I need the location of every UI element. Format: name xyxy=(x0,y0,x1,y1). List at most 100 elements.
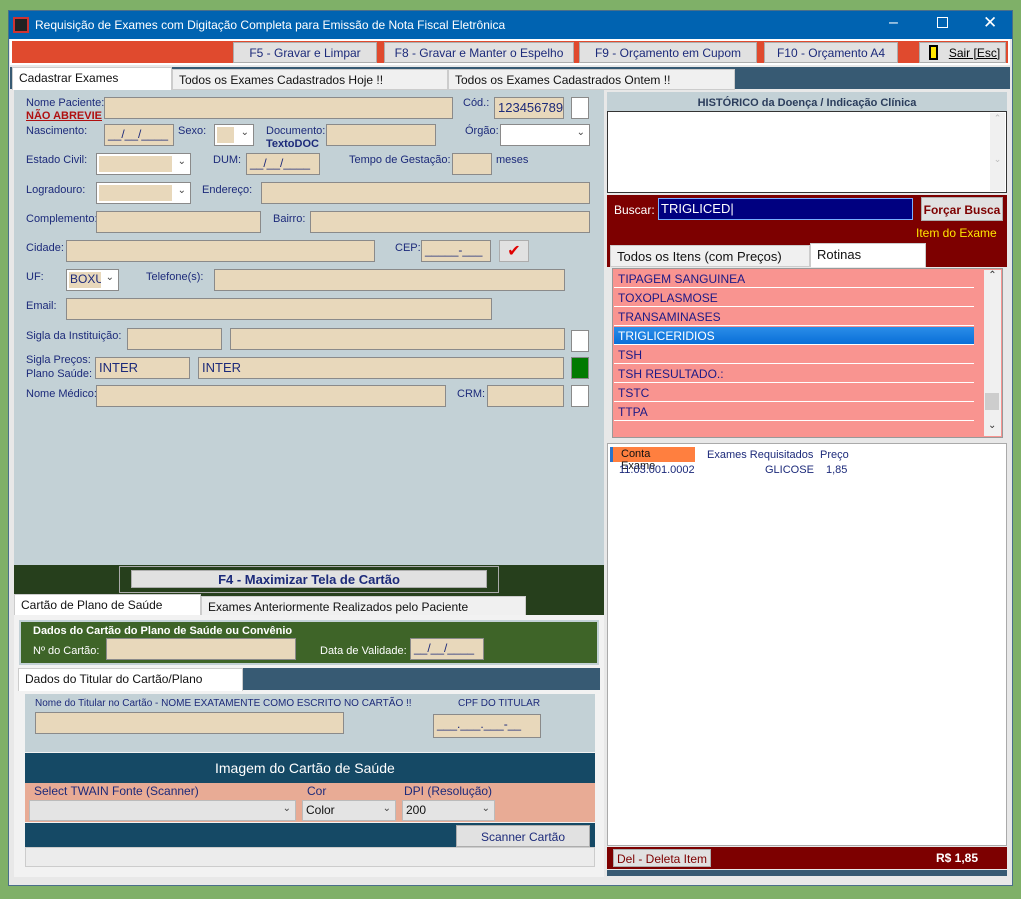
close-button[interactable]: ✕ xyxy=(983,13,997,33)
endereco-input[interactable] xyxy=(261,182,590,204)
exam-list-item[interactable]: TRIGLICERIDIOS xyxy=(614,327,974,345)
uf-value: BOXU xyxy=(69,272,101,288)
dum-input[interactable]: __/__/____ xyxy=(246,153,320,175)
label-email: Email: xyxy=(26,300,57,312)
label-logradouro: Logradouro: xyxy=(26,184,86,196)
logradouro-select[interactable]: ⌄ xyxy=(96,182,191,204)
tab-cartao-plano[interactable]: Cartão de Plano de Saúde xyxy=(14,594,201,616)
tab-rotinas[interactable]: Rotinas xyxy=(810,243,926,267)
chevron-down-icon: ⌄ xyxy=(177,156,186,167)
tab-cadastrar-exames[interactable]: Cadastrar Exames xyxy=(12,67,172,90)
cpf-input[interactable]: ___.___.___-__ xyxy=(433,714,541,738)
label-nome-titular: Nome do Titular no Cartão - NOME EXATAME… xyxy=(35,698,412,709)
sexo-select[interactable]: ⌄ xyxy=(214,124,254,146)
exam-list-item[interactable]: TOXOPLASMOSE xyxy=(614,289,974,307)
label-plano-saude: Plano Saúde: xyxy=(26,368,93,380)
cod-checkbox[interactable] xyxy=(571,97,589,119)
nome-paciente-input[interactable] xyxy=(104,97,453,119)
cidade-input[interactable] xyxy=(66,240,375,262)
sigla-instituicao-input[interactable] xyxy=(127,328,222,350)
forcar-busca-button[interactable]: Forçar Busca xyxy=(921,197,1003,221)
label-estado-civil: Estado Civil: xyxy=(26,154,88,166)
delete-item-button[interactable]: Del - Deleta Item xyxy=(613,849,711,867)
scanner-cartao-button[interactable]: Scanner Cartão xyxy=(456,825,590,847)
buscar-input[interactable]: TRIGLICED| xyxy=(658,198,913,220)
exam-list-scrollbar[interactable]: ⌃ ⌄ xyxy=(984,270,1001,436)
instituicao-nome-input[interactable] xyxy=(230,328,565,350)
f5-save-clear-button[interactable]: F5 - Gravar e Limpar xyxy=(233,42,377,63)
cep-confirm-button[interactable]: ✔ xyxy=(499,240,529,262)
instituicao-checkbox[interactable] xyxy=(571,330,589,352)
buscar-value: TRIGLICED xyxy=(661,201,731,216)
label-dum: DUM: xyxy=(213,154,242,166)
crm-checkbox[interactable] xyxy=(571,385,589,407)
label-orgao: Órgão: xyxy=(465,125,499,137)
complemento-input[interactable] xyxy=(96,211,261,233)
label-cep: CEP: xyxy=(395,242,421,254)
twain-select[interactable]: ⌄ xyxy=(29,800,296,821)
label-nome-medico: Nome Médico: xyxy=(26,388,97,400)
f8-save-keep-button[interactable]: F8 - Gravar e Manter o Espelho xyxy=(384,42,574,63)
cor-select[interactable]: Color ⌄ xyxy=(302,800,396,821)
label-nome-paciente: Nome Paciente: xyxy=(26,97,105,109)
dpi-select[interactable]: 200 ⌄ xyxy=(402,800,495,821)
maximize-button[interactable] xyxy=(937,17,948,28)
label-cidade: Cidade: xyxy=(26,242,64,254)
chevron-down-icon: ⌄ xyxy=(282,803,291,814)
nome-titular-input[interactable] xyxy=(35,712,344,734)
label-uf: UF: xyxy=(26,271,44,283)
telefone-input[interactable] xyxy=(214,269,565,291)
f10-a4-button[interactable]: F10 - Orçamento A4 xyxy=(764,42,898,63)
exam-list-item[interactable]: TIPAGEM SANGUINEA xyxy=(614,270,974,288)
label-numero-cartao: Nº do Cartão: xyxy=(33,645,100,657)
cor-value: Color xyxy=(306,803,335,817)
email-input[interactable] xyxy=(66,298,492,320)
exam-list-item[interactable]: TSH RESULTADO.: xyxy=(614,365,974,383)
tempo-gestacao-input[interactable] xyxy=(452,153,492,175)
historico-textarea[interactable]: ⌃ ⌄ xyxy=(607,111,1007,193)
label-nao-abrevie: NÃO ABREVIE xyxy=(26,110,102,122)
exam-list-item[interactable]: TTPA xyxy=(614,403,974,421)
plano-saude-input[interactable]: INTER xyxy=(198,357,564,379)
uf-select[interactable]: BOXU ⌄ xyxy=(66,269,119,291)
exam-list-item[interactable]: TRANSAMINASES xyxy=(614,308,974,326)
exit-button[interactable]: Sair [Esc] xyxy=(919,42,1006,63)
f9-cupom-button[interactable]: F9 - Orçamento em Cupom xyxy=(579,42,757,63)
tab-exames-ontem[interactable]: Todos os Exames Cadastrados Ontem !! xyxy=(448,69,735,90)
tab-todos-itens[interactable]: Todos os Itens (com Preços) xyxy=(610,245,810,267)
historico-scrollbar[interactable]: ⌃ ⌄ xyxy=(990,113,1005,191)
status-row xyxy=(25,847,595,867)
nascimento-input[interactable]: __/__/____ xyxy=(104,124,174,146)
crm-input[interactable] xyxy=(487,385,564,407)
estado-civil-select[interactable]: ⌄ xyxy=(96,153,191,175)
label-sexo: Sexo: xyxy=(178,125,207,137)
label-dados-cartao: Dados do Cartão do Plano de Saúde ou Con… xyxy=(33,625,293,637)
exit-label: Sair [Esc] xyxy=(948,46,1001,60)
exam-list-item[interactable]: TSH xyxy=(614,346,974,364)
chevron-down-icon: ⌄ xyxy=(177,185,186,196)
chevron-down-icon: ⌄ xyxy=(240,127,249,138)
col-preco: Preço xyxy=(820,449,849,461)
label-cod: Cód.: xyxy=(463,97,490,109)
label-sigla-precos: Sigla Preços: xyxy=(26,354,91,366)
cell-preco: 1,85 xyxy=(826,464,848,476)
tab-dados-titular[interactable]: Dados do Titular do Cartão/Plano xyxy=(18,668,243,691)
bairro-input[interactable] xyxy=(310,211,590,233)
cod-input[interactable]: 123456789 xyxy=(494,97,564,119)
label-dpi: DPI (Resolução) xyxy=(404,784,493,798)
numero-cartao-input[interactable] xyxy=(106,638,296,660)
documento-input[interactable] xyxy=(326,124,436,146)
minimize-button[interactable]: – xyxy=(889,14,898,32)
chevron-down-icon: ⌄ xyxy=(105,272,114,283)
tab-exames-hoje[interactable]: Todos os Exames Cadastrados Hoje !! xyxy=(172,69,448,90)
f4-maximize-card-button[interactable]: F4 - Maximizar Tela de Cartão xyxy=(131,570,487,588)
validade-input[interactable]: __/__/____ xyxy=(410,638,484,660)
nome-medico-input[interactable] xyxy=(96,385,446,407)
exam-list-item[interactable]: TSTC xyxy=(614,384,974,402)
cep-input[interactable]: _____-___ xyxy=(421,240,491,262)
tab-exames-anteriores[interactable]: Exames Anteriormente Realizados pelo Pac… xyxy=(201,596,526,616)
scroll-thumb[interactable] xyxy=(985,393,999,410)
label-tempo-gestacao: Tempo de Gestação: xyxy=(349,154,451,166)
sigla-precos-input[interactable]: INTER xyxy=(95,357,190,379)
orgao-select[interactable]: ⌄ xyxy=(500,124,590,146)
